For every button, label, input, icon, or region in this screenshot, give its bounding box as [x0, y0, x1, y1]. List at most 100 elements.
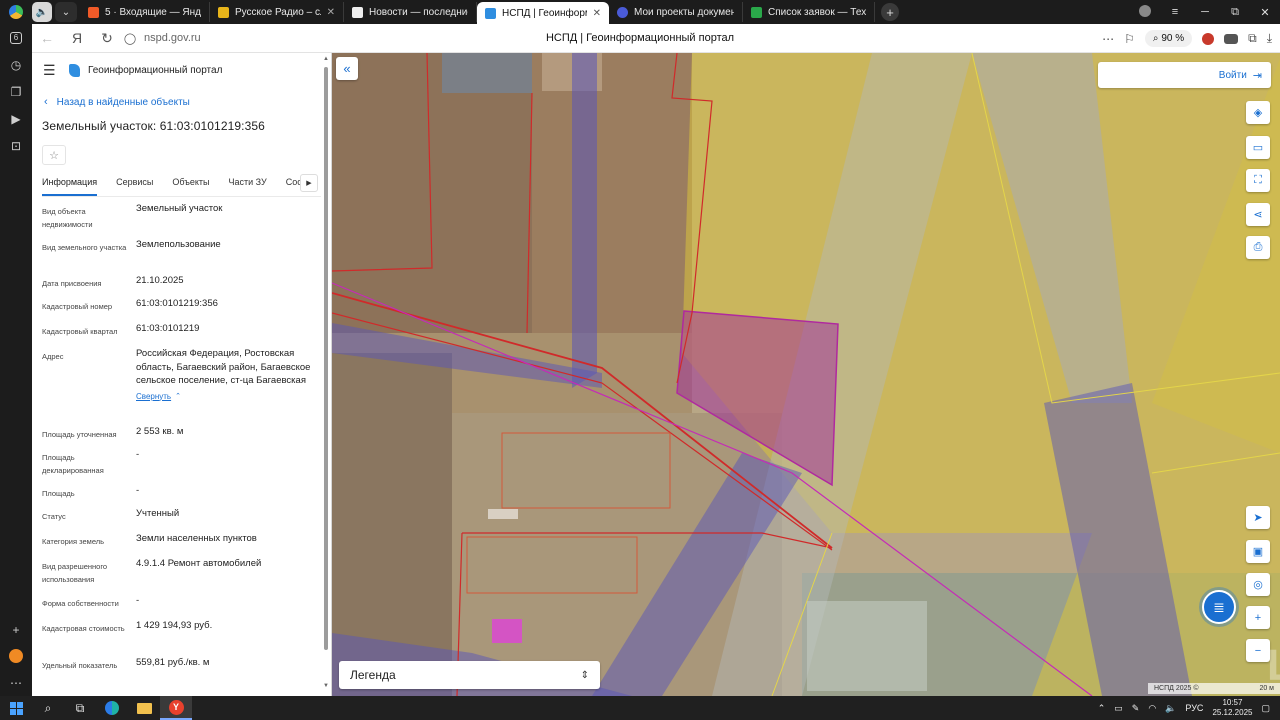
geo-search-icon[interactable]: ◎: [1246, 573, 1270, 596]
zoom-indicator[interactable]: ⌕ 90 %: [1144, 30, 1193, 47]
scroll-up-icon[interactable]: ▲: [323, 56, 329, 62]
new-tab-button[interactable]: +: [881, 3, 899, 21]
map-view[interactable]: Циан: [332, 53, 1280, 696]
file-explorer-icon[interactable]: [128, 696, 160, 720]
extension-icon[interactable]: [1202, 32, 1215, 45]
collapse-link[interactable]: Свернуть ⌃: [136, 390, 321, 404]
browser-logo-icon[interactable]: [0, 0, 32, 24]
zone-blue-shape[interactable]: [572, 53, 597, 388]
network-icon[interactable]: ▭: [1114, 703, 1123, 714]
tab-parts[interactable]: Части ЗУ: [229, 174, 267, 196]
tray-expand-icon[interactable]: ⌃: [1098, 703, 1106, 714]
tab-mail[interactable]: 5 · Входящие — Яндекс Почта: [80, 2, 210, 22]
address-bar: ← Я ↻ ◯ nspd.gov.ru НСПД | Геоинформацио…: [32, 24, 1280, 53]
start-button[interactable]: [0, 696, 32, 720]
more-options-icon[interactable]: ⋯: [1102, 32, 1114, 46]
url-field[interactable]: nspd.gov.ru: [144, 32, 201, 44]
tab-objects[interactable]: Объекты: [172, 174, 209, 196]
login-icon: ⇥: [1252, 69, 1262, 82]
zoom-in-icon[interactable]: +: [1246, 606, 1270, 629]
menu-icon[interactable]: ≡: [1160, 6, 1190, 18]
extension-icon[interactable]: [1224, 33, 1239, 44]
attribute-list: Вид объекта недвижимости Земельный участ…: [32, 197, 331, 682]
tab-title: Мои проекты документов: [634, 6, 734, 18]
attribute-value: -: [136, 595, 140, 606]
ruler-icon[interactable]: ▭: [1246, 136, 1270, 159]
minimap-icon[interactable]: ▣: [1246, 540, 1270, 563]
downloads-icon[interactable]: ⤓: [1267, 31, 1272, 46]
tab-nspd[interactable]: НСПД | Геоинформационный портал ✕: [477, 2, 609, 24]
radio-favicon-icon: [218, 6, 229, 18]
login-button[interactable]: Войти ⇥: [1098, 62, 1271, 88]
panel-scrollbar[interactable]: [324, 67, 328, 650]
attribute-value: 1 429 194,93 руб.: [136, 620, 213, 631]
tab-close-icon[interactable]: ✕: [327, 7, 335, 18]
tabs-scroll-right-icon[interactable]: ▶: [300, 174, 318, 192]
share-icon[interactable]: ⋖: [1246, 203, 1270, 226]
close-window-icon[interactable]: ✕: [1250, 6, 1280, 19]
clock-date: 25.12.2025: [1212, 708, 1253, 717]
history-icon[interactable]: ◷: [0, 51, 32, 78]
back-to-results-link[interactable]: ‹ Назад в найденные объекты: [44, 96, 331, 108]
screenshot-icon[interactable]: ⊡: [0, 132, 32, 159]
tab-news[interactable]: Новости — последние события: [344, 2, 477, 22]
edge-icon[interactable]: [96, 696, 128, 720]
more-icon[interactable]: ⋯: [0, 669, 32, 696]
scroll-down-icon[interactable]: ▼: [323, 683, 329, 689]
back-link-label: Назад в найденные объекты: [56, 96, 190, 108]
tab-services[interactable]: Сервисы: [116, 174, 153, 196]
tab-close-icon[interactable]: ✕: [593, 8, 601, 19]
scale-bar: НСПД 2025 © 20 м: [1148, 683, 1280, 694]
extensions-icon[interactable]: ⧉: [1248, 31, 1257, 46]
collections-icon[interactable]: ❐: [0, 78, 32, 105]
yandex-browser-icon[interactable]: Y: [160, 696, 192, 720]
zoom-out-icon[interactable]: −: [1246, 639, 1270, 662]
back-arrow-icon[interactable]: ←: [32, 30, 62, 46]
print-icon[interactable]: ⎙: [1246, 236, 1270, 259]
mail-favicon-icon: [88, 6, 99, 18]
chat-icon[interactable]: ≣: [1202, 590, 1236, 624]
tab-requests[interactable]: Список заявок — ТехноКад: [743, 2, 875, 22]
restore-icon[interactable]: ⧉: [1220, 6, 1250, 19]
updown-chevron-icon: ⇕: [580, 669, 589, 681]
tab-projects[interactable]: Мои проекты документов: [609, 2, 743, 22]
attribute-row: Кадастровый номер 61:03:0101219:356: [32, 297, 331, 322]
counter-icon[interactable]: 6: [0, 24, 32, 51]
legend-dropdown[interactable]: Легенда ⇕: [339, 661, 600, 689]
profile-avatar[interactable]: [1130, 4, 1160, 20]
attribute-value: 61:03:0101219:356: [136, 298, 218, 309]
tab-title: Список заявок — ТехноКад: [768, 6, 866, 18]
attribute-value: Земельный участок: [136, 203, 223, 214]
alice-icon[interactable]: [9, 649, 23, 663]
search-icon[interactable]: ⌕: [32, 696, 64, 720]
address-value: Российская Федерация, Ростовская область…: [136, 348, 311, 386]
attribute-label: Вид земельного участка: [42, 243, 127, 252]
clock[interactable]: 10:57 25.12.2025: [1212, 698, 1252, 718]
yandex-home-icon[interactable]: Я: [62, 30, 92, 46]
tab-information[interactable]: Информация: [42, 174, 98, 196]
area-select-icon[interactable]: ⛶: [1246, 169, 1270, 192]
sound-icon[interactable]: 🔈: [32, 2, 52, 22]
bookmark-icon[interactable]: ⚐: [1124, 32, 1135, 46]
collapse-panel-button[interactable]: «: [336, 57, 358, 80]
minimize-icon[interactable]: ─: [1190, 6, 1220, 18]
reload-icon[interactable]: ↻: [92, 30, 122, 47]
attribute-row: Площадь -: [32, 484, 331, 507]
tabs-dropdown-button[interactable]: ⌄: [55, 2, 77, 22]
attribute-value: -: [136, 485, 140, 496]
volume-icon[interactable]: 🔈: [1165, 703, 1176, 714]
add-panel-icon[interactable]: +: [0, 616, 32, 643]
favorite-star-button[interactable]: ☆: [42, 145, 66, 165]
notifications-icon[interactable]: ▢: [1261, 703, 1270, 714]
task-view-icon[interactable]: ⧉: [64, 696, 96, 720]
nspd-favicon-icon: [485, 7, 496, 19]
parcel-title: Земельный участок: 61:03:0101219:356: [42, 119, 265, 133]
pen-icon[interactable]: ✎: [1132, 703, 1140, 714]
tab-radio[interactable]: Русское Радио – слушать ✕: [210, 2, 344, 22]
layers-icon[interactable]: ◈: [1246, 101, 1270, 124]
locate-icon[interactable]: ➤: [1246, 506, 1270, 529]
hamburger-menu-icon[interactable]: ☰: [43, 62, 56, 79]
video-icon[interactable]: ▶: [0, 105, 32, 132]
language-indicator[interactable]: РУС: [1185, 703, 1203, 713]
wifi-icon[interactable]: ◠: [1148, 703, 1156, 714]
